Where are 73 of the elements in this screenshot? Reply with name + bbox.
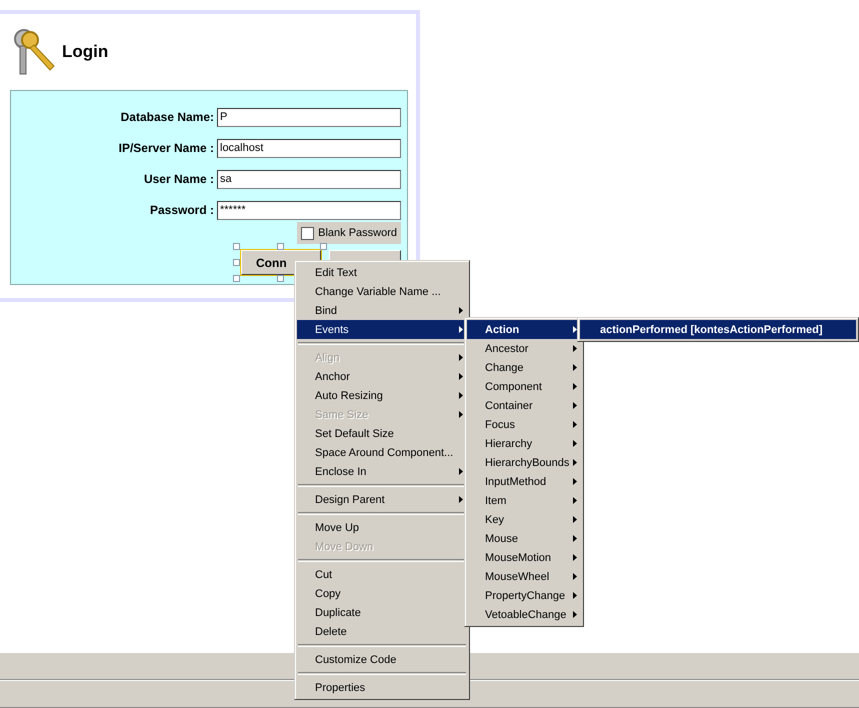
menu-item[interactable]: Space Around Component... [297,443,467,462]
menu-item[interactable]: actionPerformed [kontesActionPerformed] [580,320,856,339]
input-field[interactable]: sa [217,170,401,188]
field-label: User Name : [144,172,214,186]
submenu-arrow-icon [573,402,577,409]
menu-item[interactable]: Auto Resizing [297,386,467,405]
submenu-arrow-icon [459,496,463,503]
menu-item[interactable]: Change Variable Name ... [297,282,467,301]
submenu-arrow-icon [573,326,577,333]
submenu-arrow-icon [459,373,463,380]
submenu-arrow-icon [459,468,463,475]
field-label: Password : [150,203,214,217]
menu-item[interactable]: Bind [297,301,467,320]
checkbox[interactable] [301,226,314,240]
selection-handle[interactable] [233,275,240,282]
submenu-arrow-icon [573,459,578,466]
menu-item[interactable]: Focus [467,415,581,434]
menu-item[interactable]: Properties [297,678,467,697]
menu-item[interactable]: Duplicate [297,603,467,622]
menu-item[interactable]: Set Default Size [297,424,467,443]
submenu-arrow-icon [573,383,577,390]
menu-item[interactable]: PropertyChange [467,586,581,605]
submenu-arrow-icon [573,364,577,371]
checkbox-label: Blank Password [318,227,397,239]
submenu-arrow-icon [573,478,577,485]
menu-item[interactable]: Customize Code [297,650,467,669]
submenu-arrow-icon [459,354,463,361]
submenu-arrow-icon [573,497,577,504]
menu-item[interactable]: MouseMotion [467,548,581,567]
submenu-arrow-icon [573,535,577,542]
submenu-arrow-icon [573,516,577,523]
input-field[interactable]: P [217,108,401,126]
submenu-arrow-icon [573,592,577,599]
submenu-arrow-icon [459,326,463,333]
menu-item[interactable]: Delete [297,622,467,641]
menu-item[interactable]: MouseWheel [467,567,581,586]
menu-item[interactable]: Enclose In [297,462,467,481]
menu-item[interactable]: Container [467,396,581,415]
menu-item[interactable]: Events [297,320,467,339]
selection-handle[interactable] [233,243,240,250]
menu-item[interactable]: Hierarchy [467,434,581,453]
submenu-arrow-icon [459,411,463,418]
menu-item[interactable]: Item [467,491,581,510]
menu-item[interactable]: Component [467,377,581,396]
submenu-arrow-icon [573,345,577,352]
submenu-arrow-icon [459,307,463,314]
menu-item[interactable]: Ancestor [467,339,581,358]
submenu-arrow-icon [573,611,577,618]
input-field[interactable]: localhost [217,138,401,158]
menu-item[interactable]: HierarchyBounds [467,453,581,472]
menu-item[interactable]: Cut [297,565,467,584]
menu-item[interactable]: Key [467,510,581,529]
menu-item[interactable]: Design Parent [297,490,467,509]
menu-item[interactable]: InputMethod [467,472,581,491]
submenu-arrow-icon [459,392,463,399]
submenu-arrow-icon [573,554,577,561]
selection-handle[interactable] [277,243,284,250]
login-title: Login [62,42,108,62]
menu-item[interactable]: Mouse [467,529,581,548]
input-field[interactable]: ****** [217,200,401,220]
menu-item[interactable]: VetoableChange [467,605,581,624]
menu-item[interactable]: Copy [297,584,467,603]
selection-handle[interactable] [277,275,284,282]
selection-handle[interactable] [320,243,327,250]
submenu-arrow-icon [573,573,577,580]
submenu-arrow-icon [573,440,577,447]
field-label: Database Name: [120,110,214,124]
field-label: IP/Server Name : [118,141,214,155]
menu-item[interactable]: Move Up [297,518,467,537]
selection-handle[interactable] [233,259,240,266]
submenu-arrow-icon [573,421,577,428]
menu-item[interactable]: Change [467,358,581,377]
menu-item[interactable]: Anchor [297,367,467,386]
